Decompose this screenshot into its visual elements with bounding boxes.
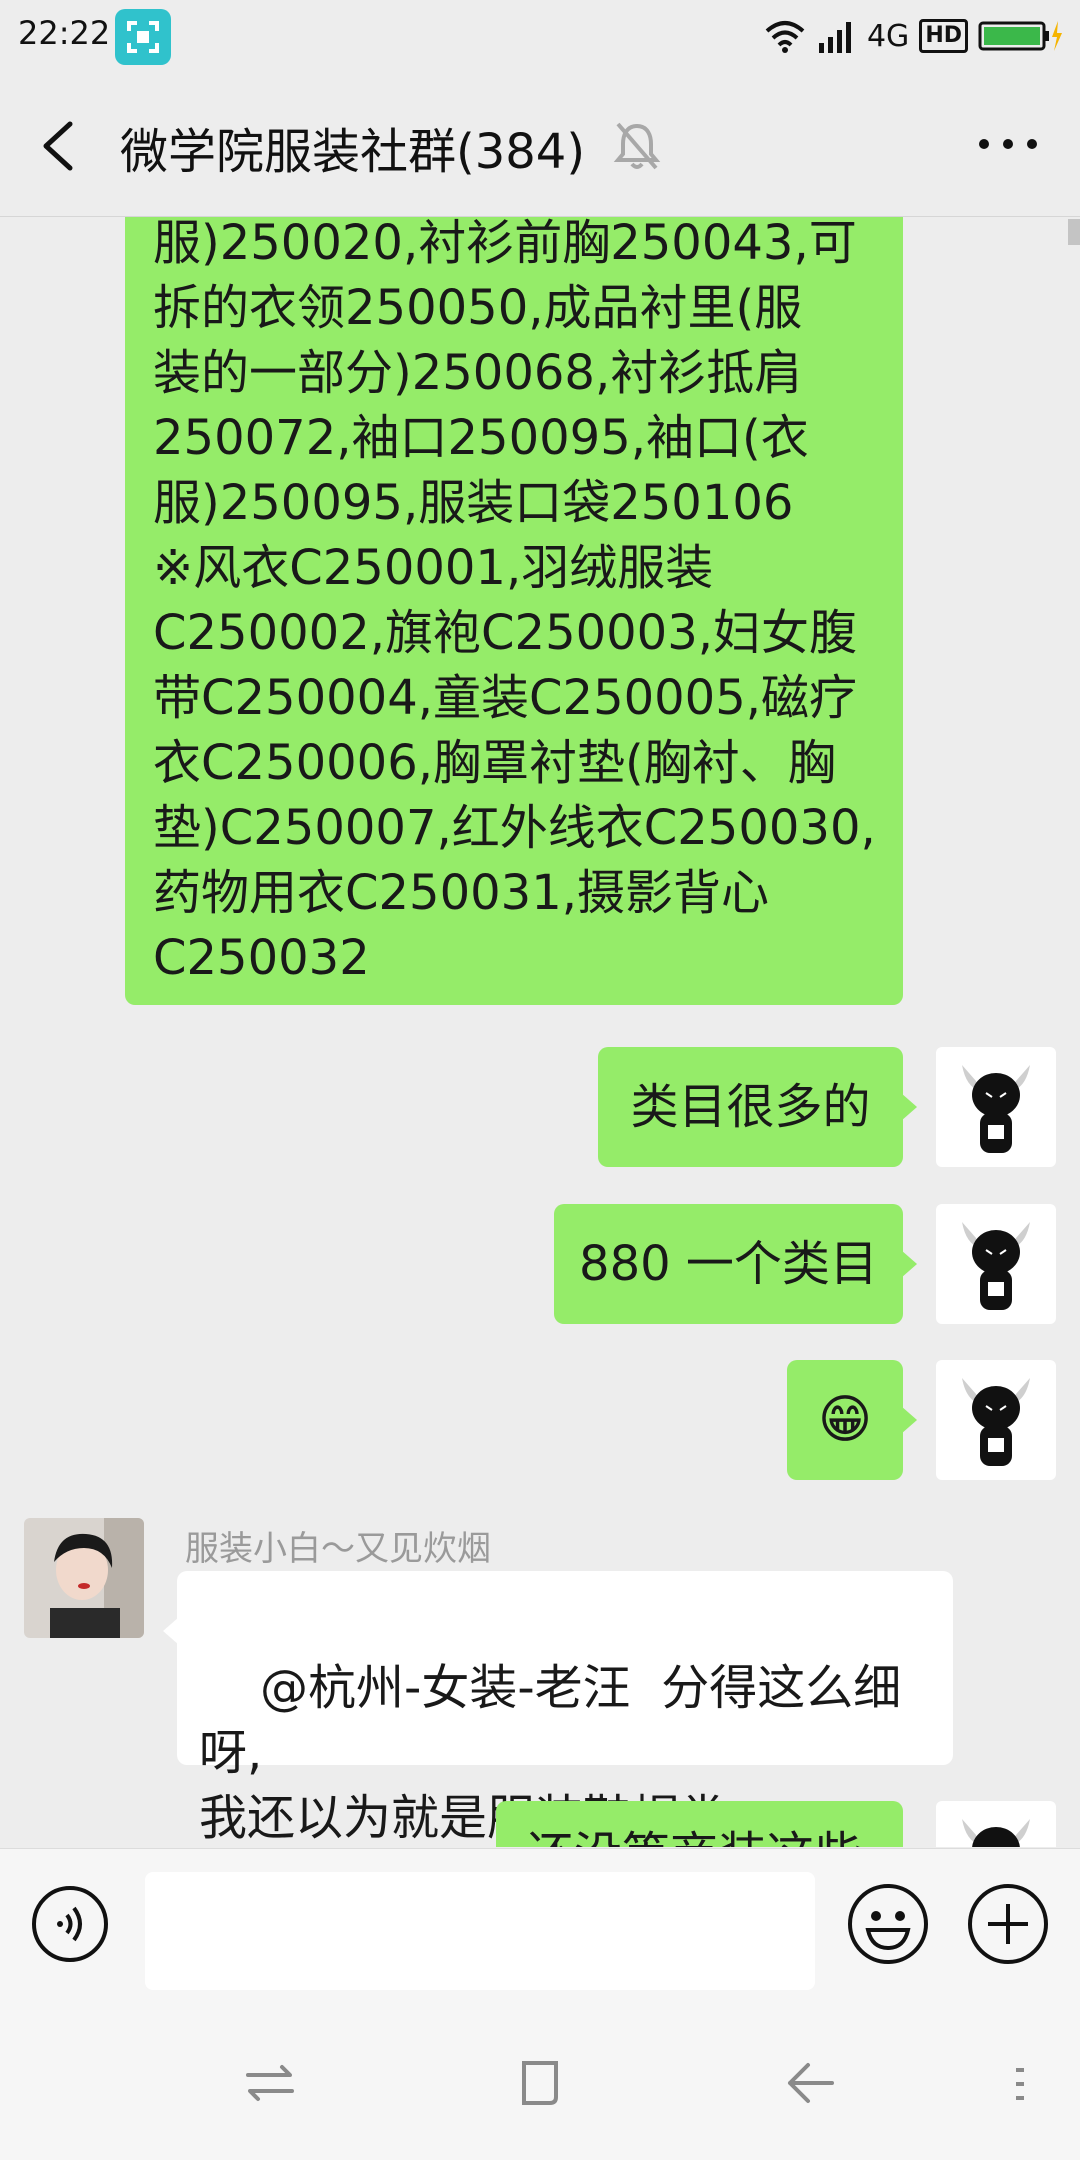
grinning-emoji-icon: 😁 bbox=[817, 1389, 873, 1450]
back-icon bbox=[43, 121, 73, 171]
back-button[interactable] bbox=[30, 116, 90, 176]
voice-button[interactable] bbox=[30, 1884, 110, 1964]
back-arrow-icon bbox=[788, 2063, 834, 2103]
avatar[interactable] bbox=[936, 1360, 1056, 1480]
more-icon bbox=[979, 139, 1037, 149]
avatar[interactable] bbox=[936, 1204, 1056, 1324]
bull-mascot-avatar-icon bbox=[962, 1819, 1030, 1847]
mute-bell-icon bbox=[612, 118, 662, 174]
add-button[interactable] bbox=[966, 1882, 1050, 1966]
message-text: 还没等商装这些 bbox=[526, 1827, 862, 1847]
message-text: 类目很多的 bbox=[630, 1078, 871, 1135]
home-square-icon bbox=[522, 2061, 558, 2105]
message-bubble-self[interactable]: 😁 bbox=[787, 1360, 917, 1480]
status-indicators: 4G HD bbox=[763, 14, 1064, 58]
bull-mascot-avatar-icon bbox=[962, 1065, 1030, 1153]
system-nav-bar bbox=[0, 1998, 1080, 2160]
message-bubble-other[interactable]: @杭州-女装-老汪 分得这么细呀, 我还以为就是服装鞋帽类 bbox=[163, 1571, 953, 1846]
system-back-button[interactable] bbox=[780, 2053, 840, 2113]
avatar[interactable] bbox=[936, 1047, 1056, 1167]
chat-header: 微学院服装社群(384) bbox=[0, 74, 1080, 217]
sender-name: 服装小白～又见炊烟 bbox=[185, 1529, 491, 1569]
message-bubble-self[interactable]: 类目很多的 bbox=[598, 1047, 917, 1167]
message-bubble-self[interactable]: 服)250020,衬衫前胸250043,可 拆的衣领250050,成品衬里(服 … bbox=[125, 217, 903, 1005]
emoji-button[interactable] bbox=[846, 1882, 930, 1966]
message-bubble-self[interactable]: 880 一个类目 bbox=[554, 1204, 917, 1324]
menu-button[interactable] bbox=[1010, 2060, 1030, 2110]
chat-message-list[interactable]: 服)250020,衬衫前胸250043,可 拆的衣领250050,成品衬里(服 … bbox=[0, 217, 1080, 1847]
network-type: 4G bbox=[866, 18, 910, 54]
home-button[interactable] bbox=[510, 2053, 570, 2113]
message-bubble-self[interactable]: 还没等商装这些 bbox=[496, 1801, 903, 1847]
avatar[interactable] bbox=[24, 1518, 144, 1638]
bull-mascot-avatar-icon bbox=[962, 1378, 1030, 1466]
message-input-bar bbox=[0, 1848, 1080, 1999]
battery-charging-icon bbox=[978, 21, 1062, 51]
switch-apps-button[interactable] bbox=[240, 2053, 300, 2113]
message-input[interactable] bbox=[145, 1872, 815, 1990]
more-button[interactable] bbox=[976, 124, 1040, 164]
switch-apps-icon bbox=[246, 2065, 294, 2101]
wifi-icon bbox=[765, 21, 805, 53]
chat-title: 微学院服装社群(384) bbox=[120, 124, 586, 180]
emoji-icon bbox=[848, 1884, 928, 1964]
avatar[interactable] bbox=[936, 1801, 1056, 1847]
message-text: 880 一个类目 bbox=[579, 1235, 878, 1292]
screenshot-icon bbox=[115, 9, 171, 65]
scrollbar[interactable] bbox=[1068, 219, 1080, 245]
hd-badge: HD bbox=[919, 19, 968, 53]
plus-icon bbox=[968, 1884, 1048, 1964]
status-bar: 22:22 4G HD bbox=[0, 0, 1080, 74]
menu-dots-icon bbox=[1016, 2068, 1024, 2100]
user-photo-avatar-icon bbox=[24, 1518, 144, 1638]
message-text: 服)250020,衬衫前胸250043,可 拆的衣领250050,成品衬里(服 … bbox=[153, 217, 876, 986]
status-time: 22:22 bbox=[18, 14, 111, 52]
voice-icon bbox=[32, 1886, 108, 1962]
bull-mascot-avatar-icon bbox=[962, 1222, 1030, 1310]
signal-icon bbox=[818, 22, 851, 53]
